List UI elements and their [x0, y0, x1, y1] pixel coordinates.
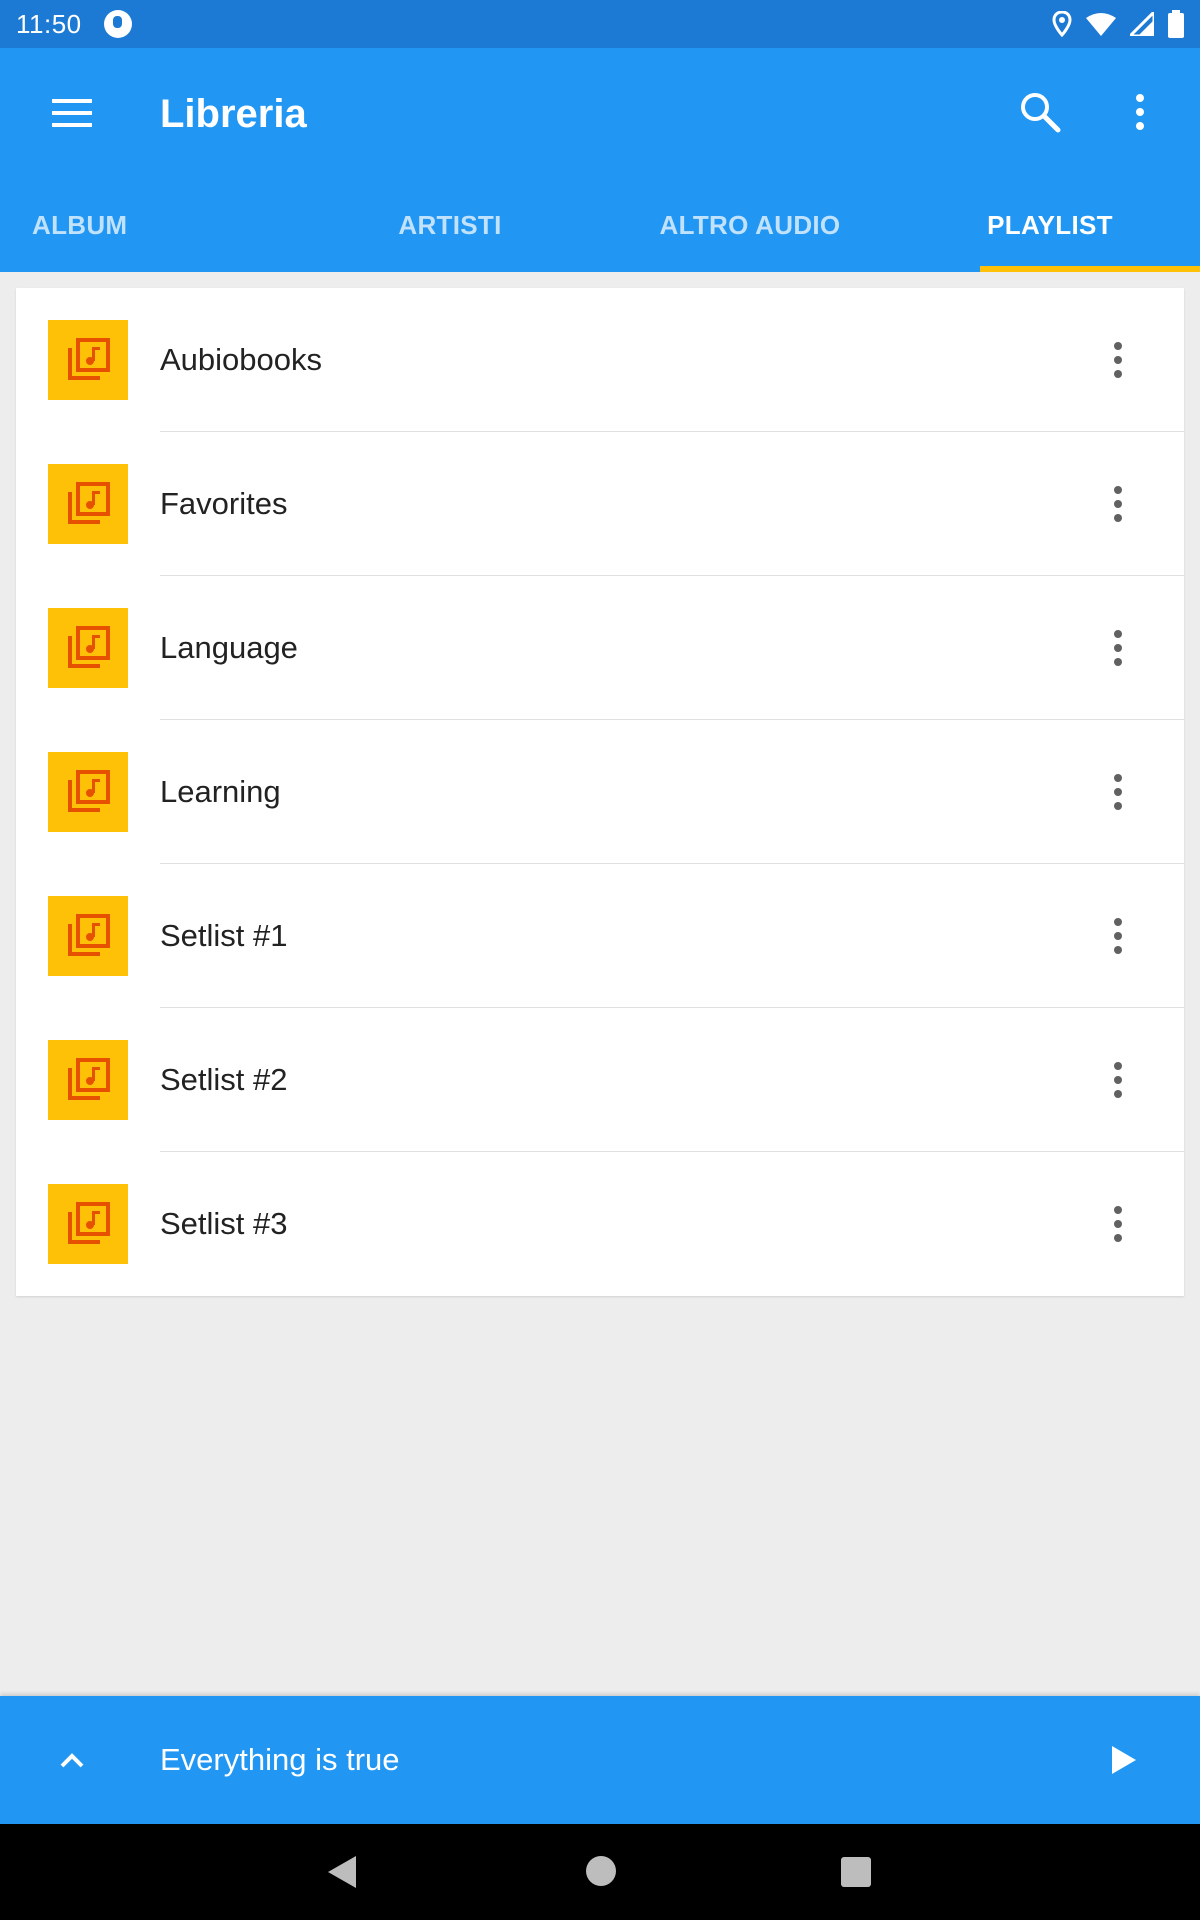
- search-icon[interactable]: [1018, 90, 1062, 134]
- status-bar: 11:50: [0, 0, 1200, 48]
- list-item-label: Setlist #2: [160, 1062, 288, 1097]
- signal-icon: [1130, 12, 1154, 36]
- status-icons: [1052, 10, 1184, 38]
- list-item[interactable]: Language: [16, 576, 1184, 720]
- list-item-label: Setlist #1: [160, 918, 288, 953]
- list-item[interactable]: Learning: [16, 720, 1184, 864]
- playlist-music-icon: [48, 608, 128, 688]
- notification-icon: [103, 10, 132, 38]
- status-time: 11:50: [16, 8, 82, 39]
- recents-icon[interactable]: [841, 1857, 871, 1887]
- list-item[interactable]: Setlist #3: [16, 1152, 1184, 1296]
- list-item[interactable]: Setlist #1: [16, 864, 1184, 1008]
- list-item-label: Setlist #3: [160, 1206, 288, 1241]
- playlist-list: Aubiobooks Favorites Language Learning S…: [16, 288, 1184, 1296]
- system-nav-bar: [0, 1824, 1200, 1920]
- more-vert-icon[interactable]: [1128, 90, 1152, 134]
- tab-label: ARTISTI: [398, 209, 502, 240]
- list-item-label: Learning: [160, 774, 281, 809]
- tab-label: ALBUM: [32, 209, 128, 240]
- playlist-music-icon: [48, 1040, 128, 1120]
- playlist-music-icon: [48, 1184, 128, 1264]
- page-title: Libreria: [160, 92, 307, 136]
- playlist-music-icon: [48, 320, 128, 400]
- playlist-music-icon: [48, 896, 128, 976]
- now-playing-title: Everything is true: [160, 1742, 400, 1777]
- back-icon[interactable]: [326, 1852, 358, 1892]
- tab-label: ALTRO AUDIO: [659, 209, 841, 240]
- list-item[interactable]: Aubiobooks: [16, 288, 1184, 432]
- list-item[interactable]: Setlist #2: [16, 1008, 1184, 1152]
- list-item-label: Favorites: [160, 486, 288, 521]
- tab-label: PLAYLIST: [987, 209, 1113, 240]
- list-item[interactable]: Favorites: [16, 432, 1184, 576]
- more-vert-icon[interactable]: [1106, 338, 1130, 382]
- home-icon[interactable]: [586, 1856, 616, 1886]
- now-playing-bar[interactable]: Everything is true: [0, 1696, 1200, 1824]
- tab-bar: ALBUM ARTISTI ALTRO AUDIO PLAYLIST: [0, 178, 1200, 272]
- more-vert-icon[interactable]: [1106, 1202, 1130, 1246]
- location-icon: [1052, 11, 1072, 37]
- more-vert-icon[interactable]: [1106, 482, 1130, 526]
- more-vert-icon[interactable]: [1106, 1058, 1130, 1102]
- list-item-label: Language: [160, 630, 298, 665]
- menu-icon[interactable]: [50, 93, 94, 133]
- more-vert-icon[interactable]: [1106, 914, 1130, 958]
- chevron-up-icon[interactable]: [52, 1740, 92, 1780]
- tab-artisti[interactable]: ARTISTI: [300, 178, 600, 272]
- tab-playlist[interactable]: PLAYLIST: [900, 178, 1200, 272]
- playlist-music-icon: [48, 464, 128, 544]
- app-bar: Libreria ALBUM ARTISTI ALTRO AUDIO PLAYL…: [0, 48, 1200, 272]
- tab-altro-audio[interactable]: ALTRO AUDIO: [600, 178, 900, 272]
- wifi-icon: [1086, 13, 1116, 36]
- more-vert-icon[interactable]: [1106, 770, 1130, 814]
- battery-icon: [1168, 10, 1184, 38]
- more-vert-icon[interactable]: [1106, 626, 1130, 670]
- tab-album[interactable]: ALBUM: [0, 178, 300, 272]
- list-item-label: Aubiobooks: [160, 342, 323, 377]
- play-icon[interactable]: [1104, 1738, 1144, 1782]
- toolbar: Libreria: [0, 48, 1200, 178]
- playlist-music-icon: [48, 752, 128, 832]
